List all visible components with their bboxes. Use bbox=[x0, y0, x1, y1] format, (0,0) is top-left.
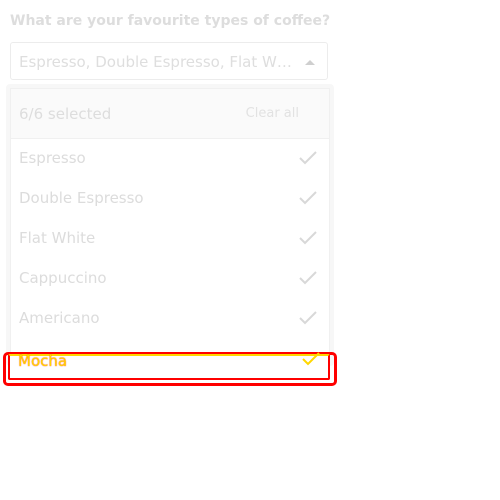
option-americano[interactable]: Americano bbox=[11, 299, 329, 339]
check-icon bbox=[302, 352, 320, 366]
caret-up-icon[interactable] bbox=[305, 60, 315, 65]
selected-values-text: Espresso, Double Espresso, Flat White, C… bbox=[19, 53, 293, 71]
option-mocha[interactable]: Mocha bbox=[8, 352, 330, 380]
clear-all-button[interactable]: Clear all bbox=[246, 106, 299, 121]
option-label: Cappuccino bbox=[19, 269, 107, 287]
option-cappuccino[interactable]: Cappuccino bbox=[11, 259, 329, 299]
option-label: Mocha bbox=[18, 352, 68, 370]
option-label: Double Espresso bbox=[19, 189, 144, 207]
coffee-question-label: What are your favourite types of coffee? bbox=[10, 13, 331, 29]
check-icon bbox=[299, 271, 317, 285]
selected-count: 6/6 selected bbox=[19, 105, 112, 123]
dropdown-menu: 6/6 selected Clear all Espresso Double E… bbox=[6, 84, 334, 366]
check-icon bbox=[299, 231, 317, 245]
option-flat-white[interactable]: Flat White bbox=[11, 219, 329, 259]
dropdown-panel: 6/6 selected Clear all Espresso Double E… bbox=[10, 88, 330, 362]
option-label: Flat White bbox=[19, 229, 96, 247]
check-icon bbox=[299, 191, 317, 205]
option-label: Americano bbox=[19, 309, 100, 327]
dropdown-header: 6/6 selected Clear all bbox=[11, 89, 329, 139]
option-label: Espresso bbox=[19, 149, 86, 167]
option-double-espresso[interactable]: Double Espresso bbox=[11, 179, 329, 219]
check-icon bbox=[299, 151, 317, 165]
coffee-multiselect[interactable]: Espresso, Double Espresso, Flat White, C… bbox=[10, 42, 328, 80]
option-espresso[interactable]: Espresso bbox=[11, 139, 329, 179]
check-icon bbox=[299, 311, 317, 325]
